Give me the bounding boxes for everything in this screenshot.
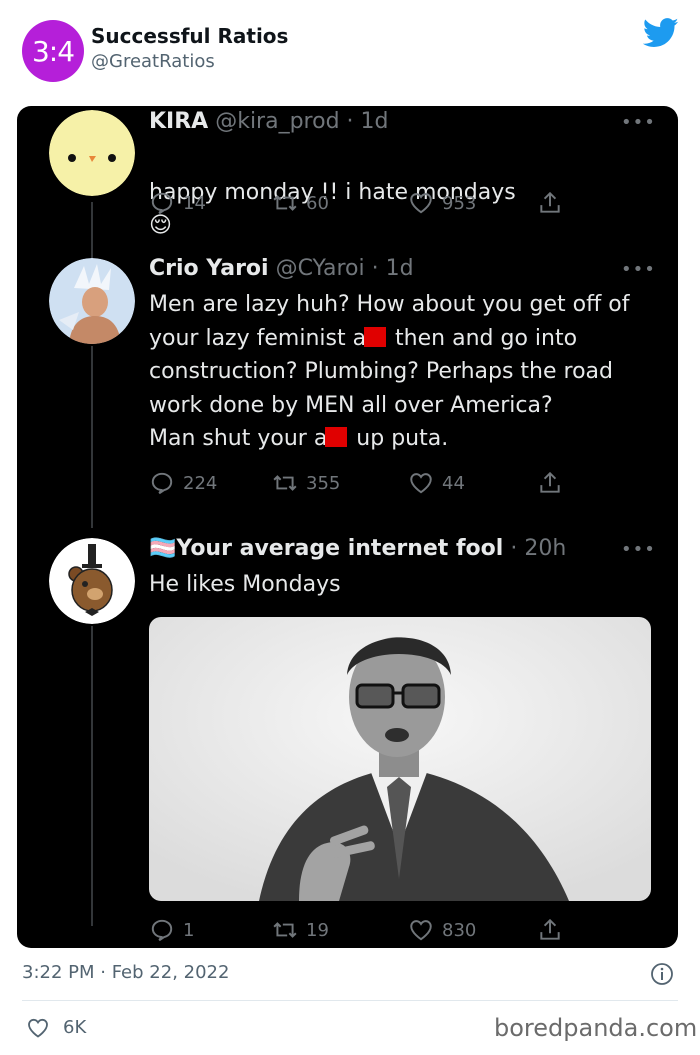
share-button[interactable] bbox=[537, 190, 563, 216]
reply-count: 1 bbox=[183, 919, 195, 941]
relieved-face-emoji: 😌 bbox=[149, 213, 172, 238]
reply-icon bbox=[151, 472, 173, 495]
share-icon bbox=[540, 918, 560, 940]
thread-line bbox=[91, 346, 93, 528]
reply-button[interactable]: 224 bbox=[149, 470, 217, 496]
like-count: 953 bbox=[442, 192, 477, 214]
share-button[interactable] bbox=[537, 917, 563, 943]
account-avatar[interactable]: 3:4 bbox=[22, 20, 84, 82]
more-options-icon[interactable]: ••• bbox=[621, 112, 656, 133]
retweet-count: 355 bbox=[306, 472, 341, 494]
tweet-author-handle[interactable]: @kira_prod bbox=[215, 109, 339, 134]
heart-icon bbox=[410, 473, 432, 494]
dot-separator: · bbox=[371, 256, 379, 281]
cartoon-bear-avatar-image bbox=[49, 538, 135, 624]
thread-line bbox=[91, 202, 93, 264]
retweet-button[interactable]: 355 bbox=[272, 470, 340, 496]
tweet-text: Men are lazy huh? How about you get off … bbox=[149, 288, 654, 456]
tweet-time[interactable]: 1d bbox=[361, 109, 389, 134]
more-options-icon[interactable]: ••• bbox=[621, 539, 656, 560]
tweet-photo[interactable] bbox=[149, 617, 651, 901]
account-avatar-text: 3:4 bbox=[31, 34, 75, 68]
tweet-text: He likes Mondays bbox=[149, 572, 341, 597]
retweet-icon bbox=[273, 195, 297, 211]
tweet-author-name[interactable]: KIRA bbox=[149, 109, 208, 134]
tweet-author-name[interactable]: Your average internet fool bbox=[176, 536, 503, 561]
share-button[interactable] bbox=[537, 470, 563, 496]
transgender-flag-emoji: 🏳️‍⚧️ bbox=[149, 536, 177, 561]
kira-avatar[interactable] bbox=[49, 110, 135, 196]
dot-separator: · bbox=[510, 536, 518, 561]
internet-fool-avatar[interactable] bbox=[49, 538, 135, 624]
reply-count: 224 bbox=[183, 472, 218, 494]
tweet-author-name[interactable]: Crio Yaroi bbox=[149, 256, 269, 281]
crio-yaroi-avatar[interactable] bbox=[49, 258, 135, 344]
more-options-icon[interactable]: ••• bbox=[621, 259, 656, 280]
reply-count: 14 bbox=[183, 192, 206, 214]
retweet-button[interactable]: 60 bbox=[272, 190, 329, 216]
chick-avatar-image bbox=[49, 110, 135, 196]
account-name[interactable]: Successful Ratios bbox=[91, 24, 288, 48]
tweet-timestamp[interactable]: 3:22 PM · Feb 22, 2022 bbox=[22, 962, 229, 983]
tweet-text-part-3: up puta. bbox=[349, 426, 449, 451]
like-button[interactable]: 830 bbox=[408, 917, 476, 943]
redaction-box bbox=[325, 427, 348, 447]
reply-button[interactable]: 14 bbox=[149, 190, 206, 216]
total-like-count: 6K bbox=[63, 1017, 87, 1038]
reply-icon bbox=[151, 192, 173, 215]
anime-character-avatar-image bbox=[49, 258, 135, 344]
reply-icon bbox=[151, 919, 173, 942]
tweet-text: happy monday !! i hate mondays 😌 bbox=[149, 142, 654, 243]
tweet-time[interactable]: 20h bbox=[524, 536, 566, 561]
tweet-author-handle[interactable]: @CYaroi bbox=[276, 256, 365, 281]
tweet-header: KIRA @kira_prod · 1d bbox=[149, 109, 389, 134]
heart-icon bbox=[410, 920, 432, 941]
account-handle[interactable]: @GreatRatios bbox=[91, 51, 215, 72]
tweet-thread-card: KIRA @kira_prod · 1d ••• happy monday !!… bbox=[17, 106, 678, 948]
retweet-icon bbox=[273, 922, 297, 938]
boredpanda-watermark: boredpanda.com bbox=[494, 1014, 698, 1042]
share-icon bbox=[540, 471, 560, 493]
portrait-photo-image bbox=[149, 617, 651, 901]
heart-icon bbox=[410, 193, 432, 214]
tweet-header: Crio Yaroi @CYaroi · 1d bbox=[149, 256, 414, 281]
retweet-count: 60 bbox=[306, 192, 329, 214]
reply-button[interactable]: 1 bbox=[149, 917, 194, 943]
thread-line bbox=[91, 626, 93, 926]
like-count: 44 bbox=[442, 472, 465, 494]
heart-icon[interactable] bbox=[25, 1016, 51, 1040]
tweet-header: 🏳️‍⚧️Your average internet fool · 20h bbox=[149, 536, 566, 561]
like-button[interactable]: 953 bbox=[408, 190, 476, 216]
retweet-count: 19 bbox=[306, 919, 329, 941]
like-button[interactable]: 44 bbox=[408, 470, 465, 496]
footer-divider bbox=[22, 1000, 678, 1001]
retweet-button[interactable]: 19 bbox=[272, 917, 329, 943]
tweet-time[interactable]: 1d bbox=[386, 256, 414, 281]
redaction-box bbox=[364, 326, 387, 347]
share-icon bbox=[540, 191, 560, 213]
retweet-icon bbox=[273, 475, 297, 491]
like-count: 830 bbox=[442, 919, 477, 941]
twitter-bird-icon[interactable] bbox=[643, 18, 679, 48]
info-icon[interactable] bbox=[650, 962, 674, 986]
dot-separator: · bbox=[346, 109, 354, 134]
